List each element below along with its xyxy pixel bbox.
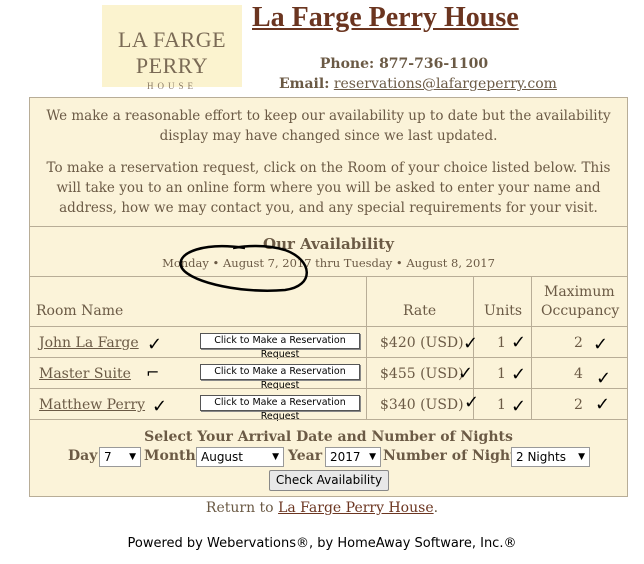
form-title: Select Your Arrival Date and Number of N… bbox=[144, 429, 513, 445]
table-row: Matthew Perry bbox=[39, 397, 145, 413]
table-row-divider bbox=[30, 357, 627, 358]
room-link-john-la-farge[interactable]: John La Farge bbox=[39, 335, 139, 351]
contact-email: Email: reservations@lafargeperry.com bbox=[279, 76, 557, 92]
handwritten-check-icon: ✓ bbox=[511, 332, 527, 353]
year-select[interactable]: 2017 ▼ bbox=[325, 447, 381, 467]
occupancy-value: 2 bbox=[574, 397, 583, 413]
month-select-value: August bbox=[201, 450, 243, 464]
divider bbox=[30, 419, 627, 420]
reservation-request-button[interactable]: Click to Make a Reservation Request bbox=[200, 395, 360, 422]
return-home-link[interactable]: La Farge Perry House bbox=[278, 500, 434, 516]
header-rate: Rate bbox=[403, 303, 437, 319]
nights-select-value: 2 Nights bbox=[516, 450, 566, 464]
table-row: John La Farge bbox=[39, 335, 139, 351]
reservation-request-button[interactable]: Click to Make a Reservation Request bbox=[200, 364, 360, 391]
reservation-request-button[interactable]: Click to Make a Reservation Request bbox=[200, 333, 360, 360]
room-link-matthew-perry[interactable]: Matthew Perry bbox=[39, 397, 145, 413]
notice: We make a reasonable effort to keep our … bbox=[30, 106, 627, 218]
logo-line-2: HOUSE bbox=[146, 81, 197, 91]
handwritten-check-icon: ✓ bbox=[595, 394, 611, 415]
site-title[interactable]: La Farge Perry House bbox=[252, 2, 519, 34]
handwritten-check-icon: ✓ bbox=[593, 334, 609, 355]
table-row-divider bbox=[30, 388, 627, 389]
phone-number: 877-736-1100 bbox=[379, 56, 489, 72]
units-value: 1 bbox=[497, 397, 506, 413]
rate-value: $420 (USD) bbox=[380, 335, 464, 351]
divider bbox=[30, 226, 627, 227]
return-link-row: Return to La Farge Perry House. bbox=[0, 500, 644, 516]
nights-select[interactable]: 2 Nights ▼ bbox=[511, 447, 590, 467]
handwritten-check-icon: ✓ bbox=[464, 392, 480, 413]
return-suffix: . bbox=[433, 500, 439, 516]
contact-phone: Phone: 877-736-1100 bbox=[0, 56, 644, 72]
month-select[interactable]: August ▼ bbox=[196, 447, 284, 467]
handwritten-check-icon: ✓ bbox=[511, 364, 527, 385]
chevron-down-icon: ▼ bbox=[129, 452, 136, 462]
check-availability-button[interactable]: Check Availability bbox=[269, 470, 389, 491]
table-row: Master Suite bbox=[39, 366, 131, 382]
handwritten-check-icon: ✓ bbox=[463, 333, 479, 354]
day-select-value: 7 bbox=[104, 450, 112, 464]
header-units: Units bbox=[484, 303, 523, 319]
table-row-divider bbox=[30, 326, 627, 327]
units-value: 1 bbox=[497, 335, 506, 351]
day-select[interactable]: 7 ▼ bbox=[99, 447, 141, 467]
rate-value: $340 (USD) bbox=[380, 397, 464, 413]
column-divider bbox=[531, 276, 532, 419]
email-link[interactable]: reservations@lafargeperry.com bbox=[334, 76, 557, 92]
month-label: Month bbox=[144, 448, 196, 464]
year-select-value: 2017 bbox=[330, 450, 361, 464]
phone-label: Phone: bbox=[319, 56, 375, 72]
divider bbox=[30, 276, 627, 277]
handwritten-check-icon: ✓ bbox=[458, 363, 474, 384]
availability-title: Our Availability bbox=[263, 235, 394, 253]
room-link-master-suite[interactable]: Master Suite bbox=[39, 366, 131, 382]
units-value: 1 bbox=[497, 366, 506, 382]
handwritten-check-icon: ✓ bbox=[596, 368, 612, 389]
logo: LA FARGE PERRY HOUSE bbox=[102, 5, 242, 91]
handwritten-check-icon: ✓ bbox=[152, 396, 168, 417]
occupancy-value: 2 bbox=[574, 335, 583, 351]
nights-label: Number of Nights bbox=[383, 448, 525, 464]
year-label: Year bbox=[288, 448, 323, 464]
header-maximum: Maximum bbox=[544, 284, 615, 300]
notice-paragraph-1: We make a reasonable effort to keep our … bbox=[46, 108, 611, 144]
notice-paragraph-2: To make a reservation request, click on … bbox=[46, 160, 611, 216]
header-occupancy: Occupancy bbox=[541, 303, 620, 319]
availability-date-range: Monday • August 7, 2017 thru Tuesday • A… bbox=[162, 256, 495, 270]
return-prefix: Return to bbox=[205, 500, 274, 516]
handwritten-check-icon: ✓ bbox=[511, 396, 527, 417]
availability-panel: We make a reasonable effort to keep our … bbox=[29, 97, 628, 497]
occupancy-value: 4 bbox=[574, 366, 583, 382]
day-label: Day bbox=[68, 448, 98, 464]
rate-value: $455 (USD) bbox=[380, 366, 464, 382]
header-room-name: Room Name bbox=[36, 303, 124, 319]
handwritten-mark-icon: ⌐ bbox=[146, 363, 160, 382]
chevron-down-icon: ▼ bbox=[272, 452, 279, 462]
column-divider bbox=[366, 276, 367, 419]
handwritten-check-icon: ✓ bbox=[147, 334, 163, 355]
email-label: Email: bbox=[279, 76, 330, 92]
chevron-down-icon: ▼ bbox=[578, 452, 585, 462]
handwritten-circle-annotation bbox=[179, 244, 308, 292]
chevron-down-icon: ▼ bbox=[369, 452, 376, 462]
powered-by: Powered by Webervations®, by HomeAway So… bbox=[127, 536, 517, 551]
